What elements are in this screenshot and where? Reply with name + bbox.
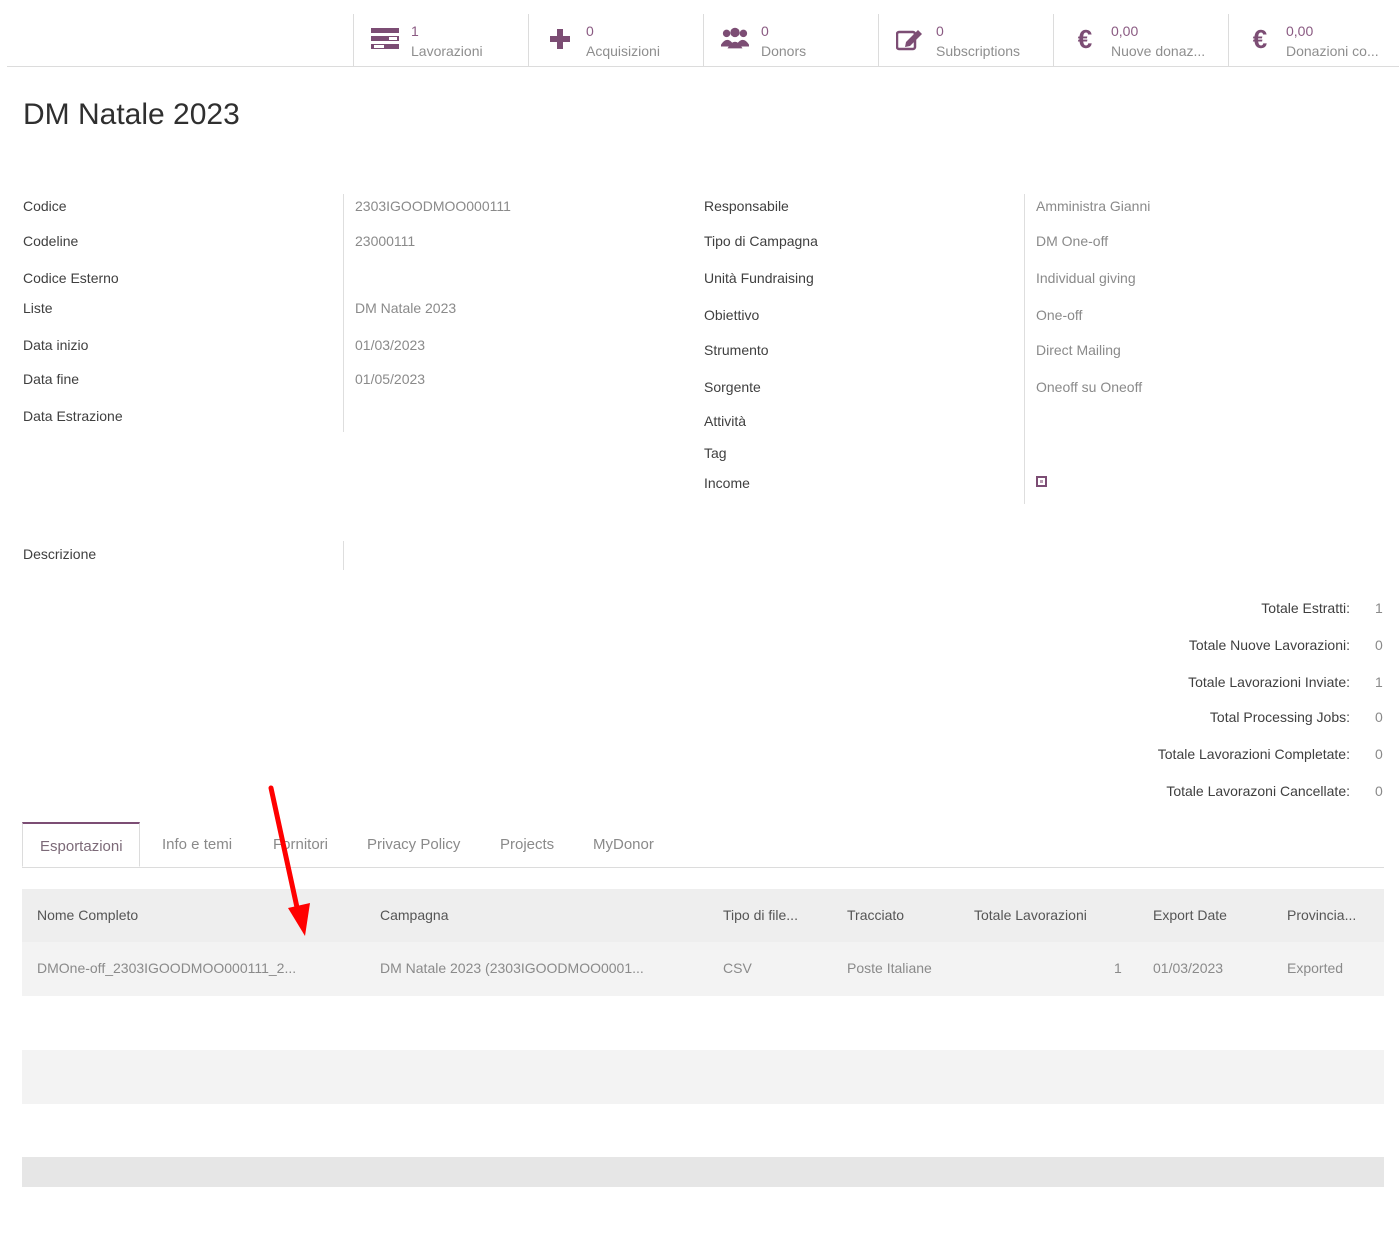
totale-estratti-value: 1 (1375, 600, 1383, 616)
acquisizioni-label: Acquisizioni (586, 43, 660, 59)
data-estrazione-label: Data Estrazione (23, 408, 123, 424)
cell-provincia: Exported (1287, 960, 1344, 976)
donazioni-button[interactable]: € 0,00 Donazioni co... (1228, 14, 1399, 66)
data-inizio-value[interactable]: 01/03/2023 (355, 337, 425, 353)
unita-fundraising-label: Unità Fundraising (704, 270, 814, 286)
totale-lavorazioni-cancellate-label: Totale Lavorazoni Cancellate: (1166, 783, 1350, 799)
codice-value[interactable]: 2303IGOODMOO000111 (355, 198, 511, 214)
total-processing-jobs-value: 0 (1375, 709, 1383, 725)
cell-tipo-file: CSV (723, 960, 752, 976)
column-header-tipo-file[interactable]: Tipo di file... (723, 907, 798, 923)
subscriptions-count: 0 (936, 23, 944, 39)
page-title: DM Natale 2023 (23, 98, 240, 131)
tab-mydonor[interactable]: MyDonor (593, 836, 654, 853)
totale-lavorazioni-completate-value: 0 (1375, 746, 1383, 762)
totale-estratti-label: Totale Estratti: (1261, 600, 1350, 616)
obiettivo-value[interactable]: One-off (1036, 307, 1082, 323)
total-processing-jobs-label: Total Processing Jobs: (1209, 709, 1350, 725)
tab-privacy-policy[interactable]: Privacy Policy (367, 836, 460, 853)
totale-lavorazioni-inviate-value: 1 (1375, 674, 1383, 690)
strumento-label: Strumento (704, 342, 769, 358)
column-header-export-date[interactable]: Export Date (1153, 907, 1227, 923)
totale-lavorazioni-completate-label: Totale Lavorazioni Completate: (1157, 746, 1350, 762)
column-header-campagna[interactable]: Campagna (380, 907, 449, 923)
descrizione-label: Descrizione (23, 546, 97, 562)
cell-campagna: DM Natale 2023 (2303IGOODMOO0001... (380, 960, 644, 976)
strumento-value[interactable]: Direct Mailing (1036, 342, 1121, 358)
table-row[interactable]: DMOne-off_2303IGOODMOO000111_2... DM Nat… (22, 942, 1384, 996)
cell-totale-lavorazioni: 1 (1114, 960, 1122, 976)
lavorazioni-label: Lavorazioni (411, 43, 483, 59)
column-header-provincia[interactable]: Provincia... (1287, 907, 1356, 923)
subscriptions-label: Subscriptions (936, 43, 1021, 59)
tab-info-e-temi[interactable]: Info e temi (162, 836, 232, 853)
nuove-donazioni-label: Nuove donaz... (1111, 43, 1206, 59)
acquisizioni-button[interactable]: 0 Acquisizioni (528, 14, 703, 66)
data-inizio-label: Data inizio (23, 337, 89, 353)
euro-icon: € (1077, 23, 1093, 54)
column-header-tracciato[interactable]: Tracciato (847, 907, 904, 923)
donazioni-amount: 0,00 (1286, 23, 1314, 39)
income-checkbox[interactable] (1036, 476, 1047, 487)
plus-icon (546, 26, 574, 52)
obiettivo-label: Obiettivo (704, 307, 760, 323)
totale-nuove-lavorazioni-label: Totale Nuove Lavorazioni: (1188, 637, 1350, 653)
unita-fundraising-value[interactable]: Individual giving (1036, 270, 1136, 286)
notebook-tabs: Esportazioni Info e temi Fornitori Priva… (22, 822, 1384, 868)
responsabile-value[interactable]: Amministra Gianni (1036, 198, 1150, 214)
nuove-donazioni-button[interactable]: € 0,00 Nuove donaz... (1053, 14, 1228, 66)
cell-nome-completo: DMOne-off_2303IGOODMOO000111_2... (37, 960, 297, 976)
tipo-campagna-label: Tipo di Campagna (704, 233, 818, 249)
column-header-totale-lavorazioni[interactable]: Totale Lavorazioni (974, 907, 1087, 923)
sorgente-value[interactable]: Oneoff su Oneoff (1036, 379, 1142, 395)
donazioni-label: Donazioni co... (1286, 43, 1379, 59)
codeline-value[interactable]: 23000111 (355, 233, 415, 249)
annotation-arrow-icon (268, 785, 310, 936)
acquisizioni-count: 0 (586, 23, 594, 39)
table-header: Nome Completo Campagna Tipo di file... T… (22, 889, 1384, 942)
codice-label: Codice (23, 198, 67, 214)
attivita-label: Attività (704, 413, 747, 429)
edit-icon (896, 26, 924, 52)
left-fields-divider (343, 194, 344, 432)
totale-nuove-lavorazioni-value: 0 (1375, 637, 1383, 653)
totale-lavorazioni-cancellate-value: 0 (1375, 783, 1383, 799)
users-icon (721, 26, 749, 52)
tipo-campagna-value[interactable]: DM One-off (1036, 233, 1108, 249)
cell-export-date: 01/03/2023 (1153, 960, 1224, 976)
income-label: Income (704, 475, 750, 491)
sorgente-label: Sorgente (704, 379, 761, 395)
nuove-donazioni-amount: 0,00 (1111, 23, 1139, 39)
subscriptions-button[interactable]: 0 Subscriptions (878, 14, 1053, 66)
tab-esportazioni[interactable]: Esportazioni (22, 822, 140, 867)
table-footer (22, 1157, 1384, 1187)
right-fields-divider (1024, 194, 1025, 504)
liste-value[interactable]: DM Natale 2023 (355, 300, 456, 316)
lavorazioni-count: 1 (411, 23, 419, 39)
totale-lavorazioni-inviate-label: Totale Lavorazioni Inviate: (1188, 674, 1350, 690)
donors-count: 0 (761, 23, 769, 39)
tab-projects[interactable]: Projects (500, 836, 554, 853)
smart-button-bar: 1 Lavorazioni 0 Acquisizioni 0 Donors 0 … (7, 14, 1399, 67)
data-fine-label: Data fine (23, 371, 80, 387)
column-header-nome-completo[interactable]: Nome Completo (37, 907, 138, 923)
codice-esterno-label: Codice Esterno (23, 270, 119, 286)
euro-icon: € (1252, 23, 1268, 54)
donors-label: Donors (761, 43, 807, 59)
responsabile-label: Responsabile (704, 198, 789, 214)
description-divider (343, 541, 344, 570)
empty-table-row (22, 1050, 1384, 1104)
lavorazioni-button[interactable]: 1 Lavorazioni (353, 14, 528, 66)
donors-button[interactable]: 0 Donors (703, 14, 878, 66)
codeline-label: Codeline (23, 233, 79, 249)
tag-label: Tag (704, 445, 727, 461)
data-fine-value[interactable]: 01/05/2023 (355, 371, 425, 387)
liste-label: Liste (23, 300, 53, 316)
tasks-icon (371, 26, 399, 52)
cell-tracciato: Poste Italiane (847, 960, 932, 976)
